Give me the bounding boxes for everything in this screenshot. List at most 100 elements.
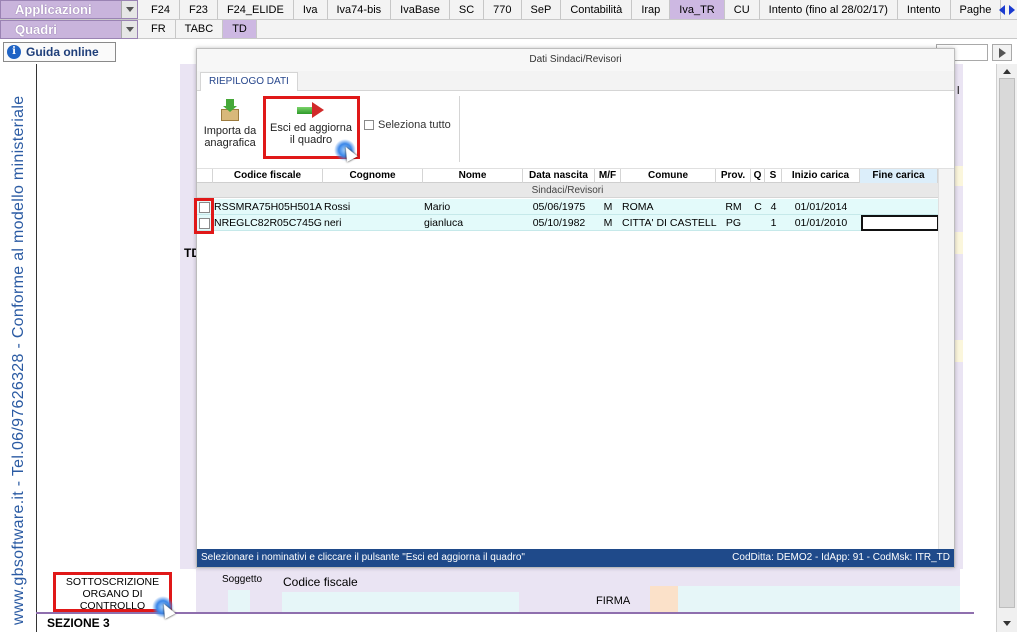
tab-quadro-fr[interactable]: FR: [142, 20, 176, 38]
grid-scrollbar[interactable]: [938, 169, 954, 549]
cell-prov[interactable]: PG: [716, 215, 751, 231]
cell-inizio[interactable]: 01/01/2014: [782, 199, 860, 215]
cell-cognome[interactable]: neri: [324, 215, 424, 231]
tab-sc[interactable]: SC: [450, 0, 485, 19]
column-header[interactable]: Comune: [621, 169, 716, 183]
soggetto-field[interactable]: [228, 590, 250, 612]
form-band-right: [955, 64, 963, 569]
quadri-combo[interactable]: Quadri: [0, 20, 138, 39]
cell-fine[interactable]: [861, 199, 939, 215]
checkbox-icon[interactable]: [364, 120, 374, 131]
firma-label: FIRMA: [596, 595, 631, 607]
column-header[interactable]: Nome: [423, 169, 523, 183]
cell-nome[interactable]: Mario: [424, 199, 524, 215]
cell-inizio[interactable]: 01/01/2010: [782, 215, 860, 231]
table-row[interactable]: RSSMRA75H05H501A Rossi Mario 05/06/1975 M ROM…: [197, 199, 938, 215]
tab-sep[interactable]: SeP: [522, 0, 562, 19]
ribbon-separator: [459, 96, 460, 162]
margin-line: [36, 64, 37, 632]
guida-online-label: Guida online: [26, 45, 99, 59]
cell-codice-fiscale[interactable]: RSSMRA75H05H501A: [214, 199, 324, 215]
column-header[interactable]: S: [765, 169, 782, 183]
cell-sesso[interactable]: M: [595, 215, 621, 231]
tab-f24-elide[interactable]: F24_ELIDE: [218, 0, 294, 19]
sezione-label: SEZIONE 3: [47, 616, 110, 630]
form-field: [955, 166, 963, 186]
arrow-right-icon[interactable]: [1009, 5, 1015, 15]
scroll-thumb[interactable]: [999, 78, 1015, 608]
cell-comune[interactable]: CITTA' DI CASTELLO: [622, 215, 717, 231]
cell-prov[interactable]: RM: [716, 199, 751, 215]
sottoscrizione-label: SOTTOSCRIZIONE ORGANO DI CONTROLLO: [65, 576, 160, 612]
seleziona-tutto-label: Seleziona tutto: [378, 119, 451, 131]
import-anagrafica-button[interactable]: Importa da anagrafica: [200, 99, 260, 149]
firma-field[interactable]: [678, 586, 960, 612]
form-field: [955, 340, 963, 362]
tab-iva[interactable]: Iva: [294, 0, 328, 19]
chevron-down-icon[interactable]: [121, 21, 137, 38]
tab-quadro-td[interactable]: TD: [223, 20, 257, 38]
scroll-down-icon[interactable]: [1003, 621, 1011, 626]
tab-ivabase[interactable]: IvaBase: [391, 0, 450, 19]
cell-s[interactable]: 1: [765, 215, 782, 231]
cell-fine[interactable]: [861, 215, 939, 231]
tab-scroll-arrows[interactable]: [999, 3, 1015, 17]
grid-header: Codice fiscale Cognome Nome Data nascita M/F…: [197, 169, 938, 183]
cell-sesso[interactable]: M: [595, 199, 621, 215]
column-header[interactable]: Q: [751, 169, 765, 183]
quadri-label: Quadri: [15, 22, 57, 37]
applicazioni-combo[interactable]: Applicazioni: [0, 0, 138, 19]
page-scrollbar[interactable]: [996, 64, 1017, 632]
column-header-select: [197, 169, 213, 183]
cell-data-nascita[interactable]: 05/06/1975: [523, 199, 595, 215]
tab-iva-tr[interactable]: Iva_TR: [670, 0, 725, 19]
cell-nome[interactable]: gianluca: [424, 215, 524, 231]
column-header[interactable]: Codice fiscale: [213, 169, 323, 183]
cell-s[interactable]: 4: [765, 199, 782, 215]
tab-770[interactable]: 770: [484, 0, 522, 19]
form-band: [180, 64, 196, 569]
soggetto-label: Soggetto: [222, 574, 263, 585]
tab-irap[interactable]: Irap: [632, 0, 671, 19]
cell-q[interactable]: [751, 215, 765, 231]
tab-riepilogo-dati[interactable]: RIEPILOGO DATI: [200, 72, 298, 92]
quadri-bar: Quadri FR TABC TD: [0, 20, 1017, 39]
tab-iva74-bis[interactable]: Iva74-bis: [328, 0, 392, 19]
cell-data-nascita[interactable]: 05/10/1982: [523, 215, 595, 231]
dialog-title: Dati Sindaci/Revisori: [197, 49, 954, 71]
scroll-up-icon[interactable]: [1003, 69, 1011, 74]
codice-fiscale-label: Codice fiscale: [283, 575, 358, 589]
cell-codice-fiscale[interactable]: NREGLC82R05C745G: [214, 215, 324, 231]
highlight-row-checkboxes: [194, 198, 214, 234]
cell-q[interactable]: C: [751, 199, 765, 215]
tab-intento[interactable]: Intento: [898, 0, 951, 19]
arrow-left-icon[interactable]: [999, 5, 1005, 15]
cell-cognome[interactable]: Rossi: [324, 199, 424, 215]
sindaci-dialog: Dati Sindaci/Revisori RIEPILOGO DATI Imp…: [194, 48, 955, 568]
app-tabs: F24 F23 F24_ELIDE Iva Iva74-bis IvaBase SC 770 S…: [142, 0, 1002, 19]
column-header[interactable]: Cognome: [323, 169, 423, 183]
column-header[interactable]: Fine carica: [860, 169, 938, 183]
cell-comune[interactable]: ROMA: [622, 199, 717, 215]
tab-intento-fino-al-28-02-17[interactable]: Intento (fino al 28/02/17): [760, 0, 898, 19]
play-icon[interactable]: [992, 44, 1012, 61]
guida-online-button[interactable]: i Guida online: [3, 42, 116, 62]
table-row[interactable]: NREGLC82R05C745G neri gianluca 05/10/1982 M C…: [197, 215, 939, 231]
tab-cu[interactable]: CU: [725, 0, 760, 19]
column-header[interactable]: Prov.: [716, 169, 751, 183]
tab-contabilit[interactable]: Contabilità: [561, 0, 633, 19]
tab-paghe[interactable]: Paghe: [951, 0, 1002, 19]
tab-quadro-tabc[interactable]: TABC: [176, 20, 224, 38]
click-cursor-icon: [152, 596, 176, 619]
seleziona-tutto-checkbox[interactable]: Seleziona tutto: [364, 119, 451, 131]
chevron-down-icon[interactable]: [121, 1, 137, 18]
column-header[interactable]: M/F: [595, 169, 621, 183]
status-info: CodDitta: DEMO2 - IdApp: 91 - CodMsk: IT…: [732, 552, 950, 563]
import-icon: [220, 99, 240, 121]
tab-f24[interactable]: F24: [142, 0, 180, 19]
click-cursor-icon: [334, 139, 358, 162]
column-header[interactable]: Data nascita: [523, 169, 595, 183]
codice-fiscale-field[interactable]: [282, 592, 519, 612]
column-header[interactable]: Inizio carica: [782, 169, 860, 183]
tab-f23[interactable]: F23: [180, 0, 218, 19]
